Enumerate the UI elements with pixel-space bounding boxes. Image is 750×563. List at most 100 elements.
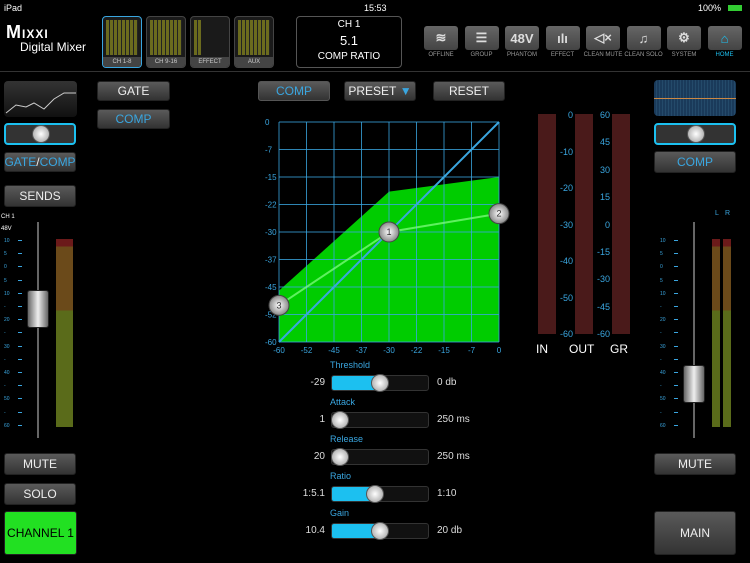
sends-button[interactable]: SENDS [4,185,76,207]
param-label: Ratio [330,471,352,481]
y-tick: -15 [265,173,277,182]
glyph: ☰ [475,30,488,45]
mute-icon[interactable]: ◁× [586,26,620,50]
slider-thumb[interactable] [331,411,349,429]
tick-mark [18,398,22,400]
home-icon[interactable]: ⌂ [707,26,742,50]
channel-fader[interactable] [27,290,49,328]
phantom-48v-icon[interactable]: 48V [505,26,539,50]
param-value: 1 [319,414,325,425]
main-comp-button[interactable]: COMP [654,151,736,173]
channel-select-button[interactable]: CHANNEL 1 [4,511,77,555]
main-fader-tick: 50 [660,396,666,403]
tick-mark [18,372,22,373]
param-max: 0 db [437,377,457,388]
tick-mark [18,332,22,334]
solo-button[interactable]: SOLO [4,483,76,505]
main-mute-button[interactable]: MUTE [654,453,736,475]
glyph: ılı [557,30,568,46]
gr-scale-tick: -15 [596,247,610,257]
x-tick: -7 [468,346,476,355]
tick-mark [18,424,22,426]
main-fader-tick: 10 [660,238,666,244]
toolbar-label: CLEAN MUTE [583,52,623,58]
gr-scale-tick: -30 [596,274,610,285]
main-fader-tick: - [660,409,662,416]
group-icon[interactable]: ☰ [464,26,499,50]
slider-thumb[interactable] [366,485,385,503]
tick-mark [18,411,22,413]
view-1[interactable]: CH 9-16 [146,16,186,68]
comp-label: COMP [39,155,76,169]
view-3[interactable]: AUX [234,16,274,68]
tick-mark [18,319,22,321]
x-tick: -52 [301,346,313,355]
view-2[interactable]: EFFECT [190,16,230,68]
pan-knob[interactable] [4,123,76,145]
param-max: 20 db [437,525,463,536]
toolbar-label: OFFLINE [428,52,454,58]
fader-tick: 10 [4,238,10,244]
gr-scale-tick: 45 [599,137,610,148]
preset-dropdown[interactable]: PRESET ▼ [344,81,416,101]
main-fader-tick: 40 [660,370,666,376]
gate-comp-button[interactable]: GATE / COMP [4,152,76,172]
gr-scale-tick: 30 [599,164,610,175]
wifi-icon[interactable]: ≋ [424,26,458,50]
gr-scale-tick: 15 [599,192,610,203]
tab-comp[interactable]: COMP [97,109,170,129]
main-fader[interactable] [683,365,705,403]
tick-mark [674,266,678,268]
eq-curve-preview[interactable] [4,81,77,117]
mute-button[interactable]: MUTE [4,453,76,475]
slider-thumb[interactable] [331,448,349,466]
tick-mark [674,292,678,294]
tick-mark [674,424,678,426]
tick-mark [674,372,678,373]
gear-icon[interactable]: ⚙ [667,26,701,50]
effect-bars-icon[interactable]: ılı [545,26,580,50]
tick-mark [674,345,678,347]
right-channel-label: R [725,210,731,217]
main-fader-tick: 5 [660,251,663,258]
main-fader-tick: 60 [660,422,666,429]
toolbar-label: EFFECT [550,52,575,58]
slider-thumb[interactable] [371,522,389,540]
headphones-icon[interactable]: ♫ [626,26,661,50]
view-0[interactable]: CH 1-8 [102,16,142,68]
slider-thumb[interactable] [371,374,389,392]
main-fader-tick: 0 [660,264,663,271]
param-max: 250 ms [437,414,470,425]
glyph: ♫ [638,30,649,46]
main-left-meter [712,239,720,427]
main-button[interactable]: MAIN [654,511,736,555]
display-value: 5.1 [339,33,359,48]
tick-mark [18,358,22,360]
tick-mark [674,358,678,360]
main-fader-tick: 30 [660,343,666,350]
fader-tick: 5 [4,251,7,258]
main-pan-knob[interactable] [654,123,736,145]
eq-preview[interactable] [654,80,736,116]
x-tick: -22 [411,346,423,355]
channel-label: CH 1 [1,214,15,220]
in-scale-tick: -60 [559,329,573,339]
tick-mark [18,279,22,281]
toolbar-label: GROUP [470,52,493,58]
y-tick: -7 [265,146,273,155]
gr-scale-tick: -45 [596,301,610,312]
view-meters [238,20,270,55]
main-fader-tick: 20 [660,317,666,324]
comp-enable-button[interactable]: COMP [258,81,330,101]
view-label: CH 9-16 [147,57,185,67]
fader-tick: 20 [4,317,10,324]
in-scale-tick: -40 [559,256,573,266]
reset-button[interactable]: RESET [433,81,505,101]
fader-tick: - [4,356,6,363]
fader-track [37,222,39,438]
tick-mark [674,398,678,400]
tab-gate[interactable]: GATE [97,81,170,101]
main-fader-tick: - [660,383,662,390]
battery-icon [728,5,742,11]
compressor-curve-graph[interactable]: -60 0 -52 -7 -45 -15 -37 -22 -30 -30 -22 -37 -15 -45 -… [255,110,510,355]
